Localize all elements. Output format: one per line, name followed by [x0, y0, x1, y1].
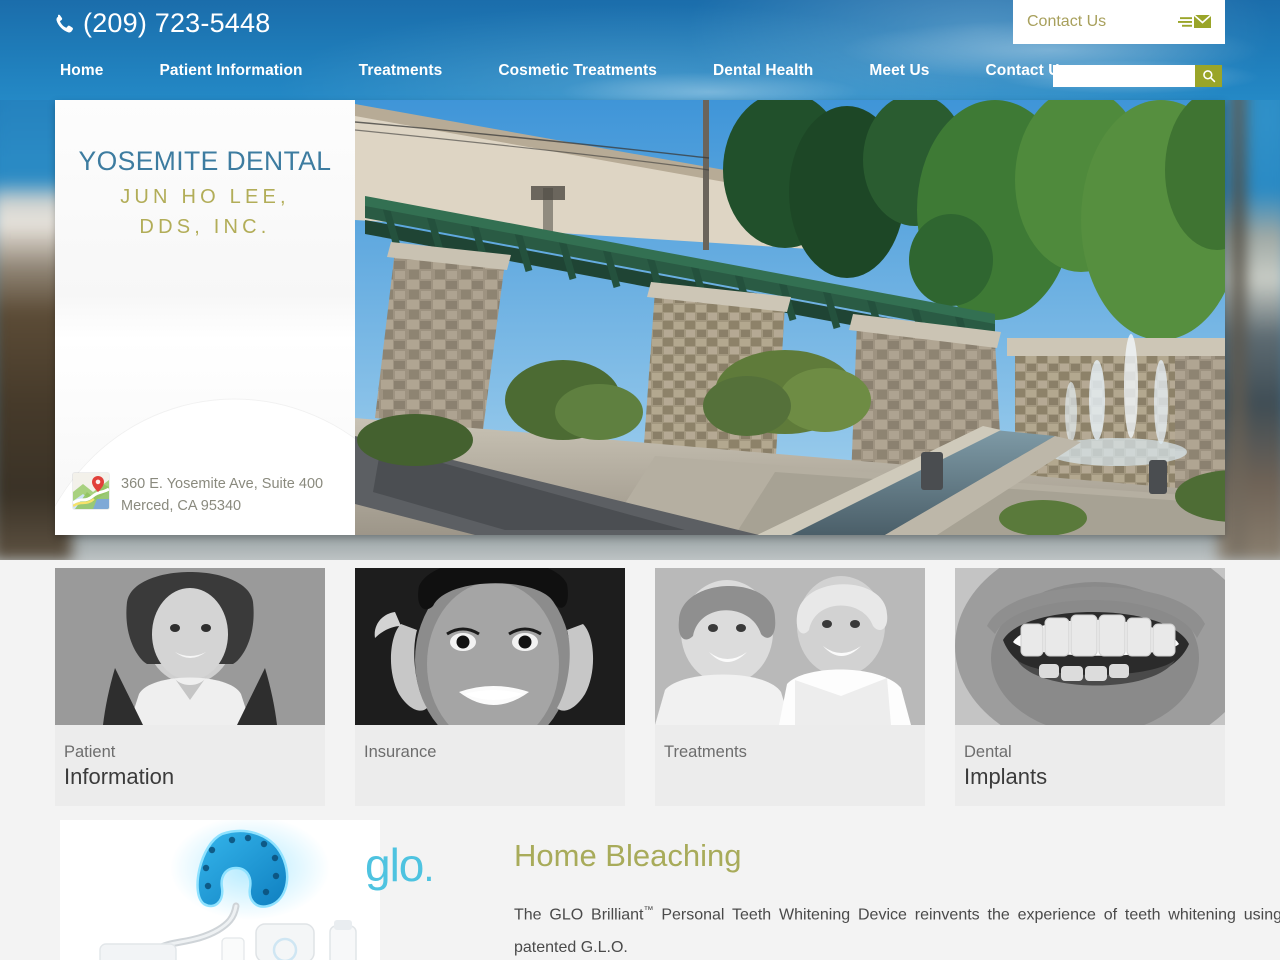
practice-name: YOSEMITE DENTAL: [78, 146, 332, 176]
nav-item-dental-health[interactable]: Dental Health: [713, 62, 813, 80]
header-phone[interactable]: (209) 723-5448: [52, 8, 270, 39]
contact-us-box-label: Contact Us: [1027, 13, 1107, 30]
card-line2: Implants: [964, 764, 1048, 789]
site-header: (209) 723-5448 Home Patient Information …: [0, 0, 1280, 100]
glo-product-image: [60, 820, 380, 960]
address-block[interactable]: 360 E. Yosemite Ave, Suite 400 Merced, C…: [73, 473, 323, 517]
trademark-symbol: ™: [643, 905, 654, 916]
contact-us-box[interactable]: Contact Us: [1013, 0, 1225, 44]
address-text: 360 E. Yosemite Ave, Suite 400 Merced, C…: [121, 473, 323, 517]
address-line2: Merced, CA 95340: [121, 498, 242, 514]
search-icon: [1202, 69, 1216, 83]
glo-body-before: The GLO Brilliant: [514, 906, 644, 924]
doctor-name-line2: DDS, INC.: [139, 216, 271, 238]
address-line1: 360 E. Yosemite Ave, Suite 400: [121, 476, 324, 492]
glo-heading: Home Bleaching: [514, 838, 742, 873]
card-insurance[interactable]: Insurance: [355, 568, 625, 806]
card-patient-information[interactable]: Patient Information: [55, 568, 325, 806]
doctor-name: JUN HO LEE, DDS, INC.: [55, 182, 355, 242]
feature-cards: Patient Information Insurance Treatments…: [55, 568, 1225, 806]
card-text: Insurance: [355, 725, 625, 806]
card-treatments[interactable]: Treatments: [655, 568, 925, 806]
glo-logo: glo.: [365, 839, 435, 891]
card-image: [355, 568, 625, 725]
card-text: Dental Implants: [955, 725, 1225, 806]
card-line2: Information: [64, 764, 175, 789]
card-line1: Treatments: [664, 743, 747, 761]
card-line1: Patient: [64, 743, 116, 761]
doctor-name-line1: JUN HO LEE,: [120, 186, 290, 208]
nav-item-home[interactable]: Home: [60, 62, 103, 80]
search-button[interactable]: [1195, 65, 1222, 87]
hero-band: YOSEMITE DENTAL JUN HO LEE, DDS, INC. 36…: [55, 100, 1225, 535]
phone-number: (209) 723-5448: [83, 8, 271, 38]
card-text: Patient Information: [55, 725, 325, 806]
search-input[interactable]: [1053, 65, 1195, 87]
hero-photo: [355, 100, 1225, 535]
card-image: [655, 568, 925, 725]
card-image: [55, 568, 325, 725]
glo-promo-section: glo. Home Bleaching The GLO Brilliant™ P…: [55, 820, 1280, 960]
nav-item-patient-information[interactable]: Patient Information: [159, 62, 302, 80]
glo-logo-text: glo: [365, 839, 424, 891]
page-root: (209) 723-5448 Home Patient Information …: [0, 0, 1280, 960]
nav-item-treatments[interactable]: Treatments: [359, 62, 443, 80]
map-pin-icon: [73, 473, 109, 509]
phone-icon: [52, 12, 74, 36]
card-line1: Insurance: [364, 743, 437, 761]
header-search: [1053, 65, 1222, 87]
card-text: Treatments: [655, 725, 925, 806]
main-navigation: Home Patient Information Treatments Cosm…: [60, 62, 1068, 80]
card-dental-implants[interactable]: Dental Implants: [955, 568, 1225, 806]
nav-item-meet-us[interactable]: Meet Us: [869, 62, 929, 80]
card-line1: Dental: [964, 743, 1012, 761]
envelope-icon: [1178, 13, 1212, 31]
nav-item-cosmetic-treatments[interactable]: Cosmetic Treatments: [498, 62, 657, 80]
card-image: [955, 568, 1225, 725]
logo-panel: YOSEMITE DENTAL JUN HO LEE, DDS, INC. 36…: [55, 100, 355, 535]
glo-logo-dot: .: [423, 846, 434, 890]
glo-body-text: The GLO Brilliant™ Personal Teeth Whiten…: [514, 894, 1280, 960]
